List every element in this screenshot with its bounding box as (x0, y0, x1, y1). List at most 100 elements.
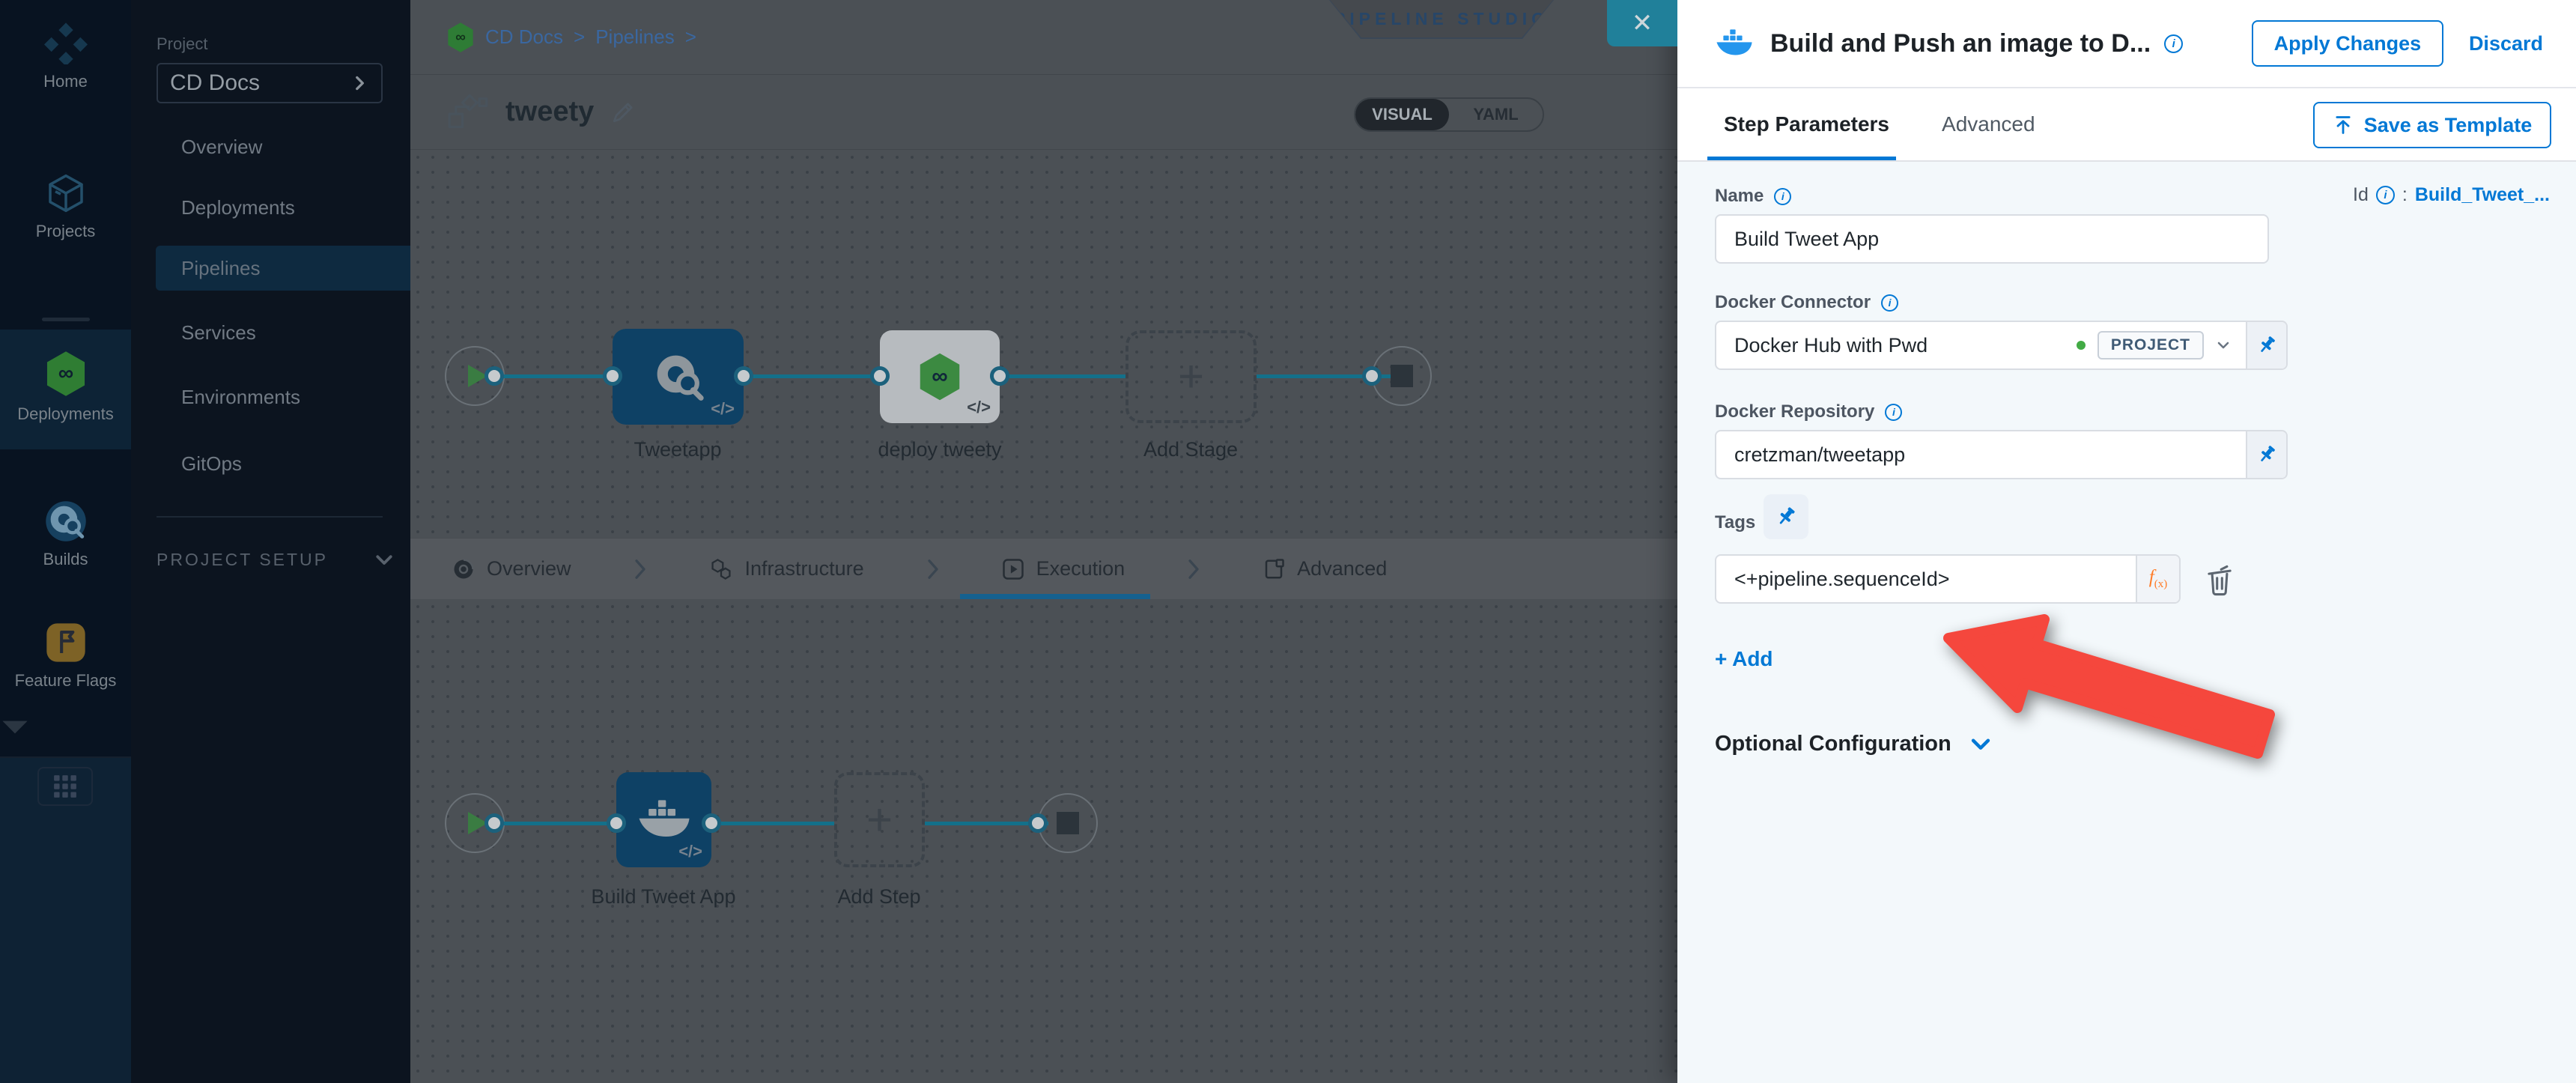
sidebar-item-gitops[interactable]: GitOps (131, 441, 410, 486)
code-icon[interactable]: </> (711, 399, 735, 419)
stage-node-tweetapp[interactable]: </> (613, 329, 744, 425)
toggle-yaml[interactable]: YAML (1449, 99, 1543, 130)
code-icon[interactable]: </> (678, 842, 702, 861)
sidebar-item-projects[interactable]: Projects (0, 172, 131, 241)
active-tab-underline (1707, 157, 1896, 160)
stage-label-deploy-tweety: deploy tweety (878, 438, 1001, 461)
save-as-template-button[interactable]: Save as Template (2313, 102, 2551, 148)
name-label-row: Name i (1715, 186, 1791, 207)
connector-port (870, 366, 890, 386)
project-setup-label: PROJECT SETUP (157, 550, 328, 570)
sidebar-item-environments[interactable]: Environments (131, 374, 410, 419)
info-icon[interactable]: i (1881, 294, 1898, 312)
tab-overview[interactable]: Overview (452, 557, 571, 580)
connector-line (744, 374, 880, 378)
add-stage-label: Add Stage (1143, 438, 1238, 461)
close-drawer-button[interactable]: ✕ (1607, 0, 1677, 46)
chevron-right-icon (631, 558, 649, 580)
rail-divider (42, 318, 90, 321)
breadcrumb-pipelines-link[interactable]: Pipelines (595, 25, 675, 49)
stage-tab-strip: Overview Infrastructure Execution Advanc… (410, 538, 1677, 599)
sidebar-item-services[interactable]: Services (131, 310, 410, 355)
optional-configuration-label: Optional Configuration (1715, 732, 1951, 756)
discard-button[interactable]: Discard (2469, 32, 2543, 55)
sidebar-item-pipelines[interactable]: Pipelines (156, 246, 410, 291)
connector-port (603, 366, 622, 386)
tab-step-parameters[interactable]: Step Parameters (1724, 112, 1889, 136)
sidebar-item-label: Builds (0, 550, 131, 569)
module-grid-button[interactable] (37, 767, 93, 806)
docker-connector-select[interactable]: Docker Hub with Pwd PROJECT (1715, 321, 2288, 370)
trash-icon (2205, 563, 2235, 596)
feature-flags-icon (45, 622, 87, 664)
tab-label: Infrastructure (745, 557, 864, 580)
expression-fx-button[interactable]: f(x) (2136, 556, 2179, 602)
chevron-right-icon (1185, 558, 1203, 580)
sidebar-item-home[interactable]: Home (0, 21, 131, 91)
advanced-icon (1263, 558, 1285, 580)
id-value[interactable]: Build_Tweet_... (2415, 184, 2550, 206)
visual-yaml-toggle: VISUAL YAML (1354, 97, 1544, 132)
pin-runtime-input-button[interactable] (2246, 431, 2286, 478)
overview-icon (452, 558, 475, 580)
ci-stage-icon (649, 348, 708, 406)
docker-repository-input[interactable]: cretzman/tweetapp (1715, 430, 2288, 479)
edit-pencil-icon[interactable] (610, 100, 636, 125)
add-tag-link[interactable]: + Add (1715, 647, 1773, 671)
tags-label: Tags (1715, 512, 1755, 533)
close-icon: ✕ (1632, 8, 1653, 38)
project-selector-value: CD Docs (170, 70, 350, 96)
tab-infrastructure[interactable]: Infrastructure (709, 557, 864, 581)
sidebar-item-builds[interactable]: Builds (0, 500, 131, 569)
sidebar-item-overview[interactable]: Overview (131, 124, 410, 169)
docker-repository-label: Docker Repository (1715, 401, 1874, 422)
name-input[interactable]: Build Tweet App (1715, 214, 2269, 264)
ci-builds-icon (45, 500, 87, 542)
breadcrumb-separator: > (685, 25, 696, 49)
pipeline-name: tweety (505, 96, 594, 128)
fx-icon: f(x) (2149, 567, 2167, 591)
pin-runtime-input-button[interactable] (1764, 494, 1808, 539)
tab-advanced[interactable]: Advanced (1263, 557, 1387, 580)
code-icon[interactable]: </> (967, 398, 991, 417)
info-icon[interactable]: i (1885, 404, 1902, 421)
toggle-visual[interactable]: VISUAL (1355, 99, 1449, 130)
connector-port (734, 366, 753, 386)
connector-port (702, 813, 721, 833)
tab-execution[interactable]: Execution (1002, 557, 1126, 580)
sidebar-item-feature-flags[interactable]: Feature Flags (0, 622, 131, 691)
tab-advanced-drawer[interactable]: Advanced (1942, 112, 2035, 136)
apply-changes-button[interactable]: Apply Changes (2252, 20, 2443, 67)
delete-tag-button[interactable] (2202, 562, 2238, 598)
module-rail: Home Projects ∞ Deployments Builds Featu… (0, 0, 131, 1083)
project-setup-toggle[interactable]: PROJECT SETUP (157, 548, 395, 571)
project-selector[interactable]: CD Docs (157, 63, 383, 103)
sidebar-item-deployments[interactable]: ∞ Deployments (0, 351, 131, 424)
info-icon[interactable]: i (2164, 34, 2183, 53)
scope-badge: PROJECT (2097, 331, 2204, 360)
connector-line (711, 822, 834, 825)
breadcrumb-separator: > (574, 25, 585, 49)
step-config-drawer: ✕ Build and Push an image to D... i Appl… (1677, 0, 2576, 1083)
info-icon[interactable]: i (1774, 188, 1791, 205)
optional-configuration-toggle[interactable]: Optional Configuration (1715, 731, 1993, 756)
add-step-node[interactable]: + (834, 772, 925, 867)
plus-icon: + (1178, 354, 1204, 399)
docker-icon (1715, 28, 1754, 58)
chevron-down-icon[interactable] (2214, 336, 2232, 354)
drawer-header: Build and Push an image to D... i Apply … (1677, 0, 2576, 88)
active-tab-underline (960, 594, 1150, 599)
stage-node-deploy-tweety[interactable]: ∞ </> (880, 330, 1000, 423)
step-node-build-tweet-app[interactable]: </> (616, 772, 711, 867)
info-icon[interactable]: i (2376, 186, 2395, 204)
add-stage-node[interactable]: + (1126, 330, 1257, 423)
tags-input[interactable]: <+pipeline.sequenceId> f(x) (1715, 554, 2181, 604)
sidebar-item-deployments-nav[interactable]: Deployments (131, 185, 410, 230)
pin-runtime-input-button[interactable] (2246, 322, 2286, 368)
step-label-build-tweet-app: Build Tweet App (591, 885, 735, 908)
rail-chevron-down-icon[interactable] (0, 718, 131, 737)
breadcrumb-project-link[interactable]: CD Docs (485, 25, 563, 49)
pipeline-canvas: ∞ CD Docs > Pipelines > PIPELINE STUDIO … (410, 0, 1677, 1083)
step-graph-canvas: </> + Build Tweet App Add Step (410, 599, 1677, 1083)
pipeline-studio-app: Home Projects ∞ Deployments Builds Featu… (0, 0, 2576, 1083)
